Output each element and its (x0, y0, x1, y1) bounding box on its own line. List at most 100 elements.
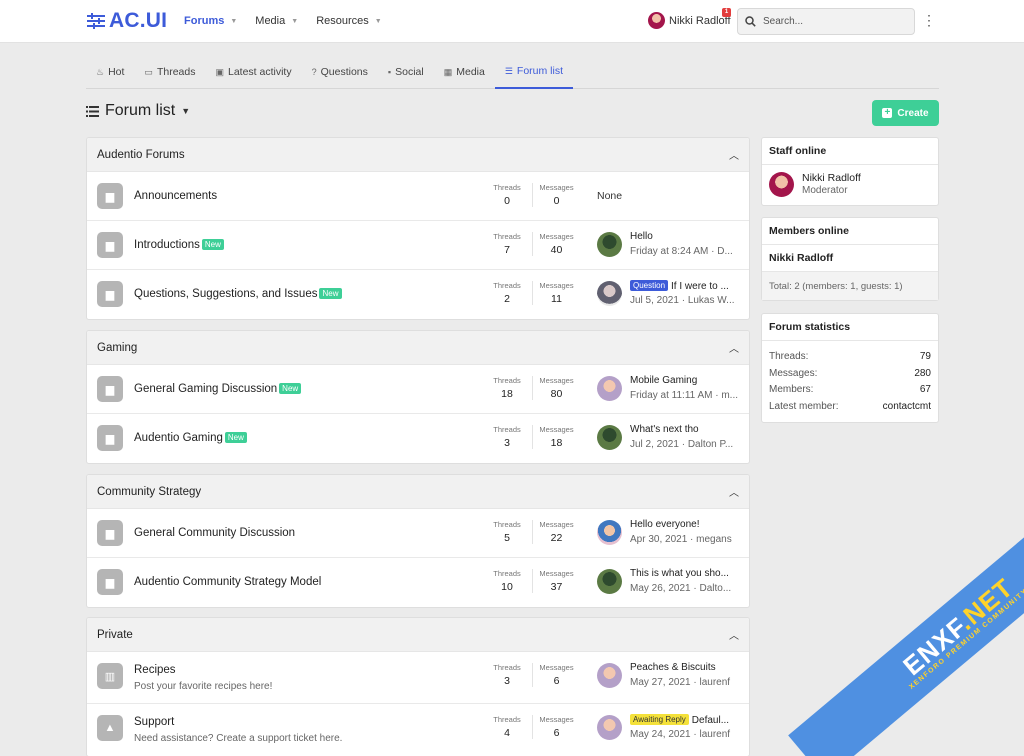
last-post-meta[interactable]: May 24, 2021 · laurenf (630, 729, 740, 740)
last-post-title[interactable]: Hello (630, 231, 740, 242)
last-post-none: None (597, 190, 623, 202)
avatar[interactable] (597, 715, 622, 740)
stat-value: 280 (914, 367, 931, 379)
avatar[interactable] (597, 232, 622, 257)
chevron-down-icon[interactable]: ▼ (375, 18, 382, 25)
chevron-down-icon[interactable]: ▼ (230, 18, 237, 25)
forum-title[interactable]: Questions, Suggestions, and Issues (134, 288, 317, 300)
avatar[interactable] (597, 376, 622, 401)
avatar[interactable] (597, 425, 622, 450)
category-community-strategy: Community Strategy ︿ ▆ General Community… (86, 474, 750, 608)
stat-label: Threads: (769, 351, 809, 362)
forum-title[interactable]: Audentio Community Strategy Model (134, 576, 321, 588)
nav-resources[interactable]: Resources ▼ (316, 15, 382, 27)
forum-node-general-gaming[interactable]: ▆ General Gaming Discussion New Threads 18… (87, 365, 749, 414)
forum-title[interactable]: Recipes (134, 664, 176, 676)
latest-member-link[interactable]: contactcmt (883, 399, 931, 416)
last-post-meta[interactable]: May 26, 2021 · Dalto... (630, 583, 740, 594)
avatar[interactable] (597, 520, 622, 545)
forum-title[interactable]: Support (134, 716, 174, 728)
search-box[interactable] (737, 8, 915, 35)
last-post-meta[interactable]: May 27, 2021 · laurenf (630, 677, 740, 688)
nav-media[interactable]: Media ▼ (255, 15, 298, 27)
forum-node-recipes[interactable]: ▥ Recipes Post your favorite recipes her… (87, 652, 749, 704)
forum-title[interactable]: Introductions (134, 239, 200, 251)
search-input[interactable] (763, 16, 903, 27)
stat-row-threads: Threads: 79 (769, 349, 931, 366)
last-post-meta[interactable]: Jul 5, 2021 · Lukas W... (630, 295, 740, 306)
messages-count: 6 (553, 727, 560, 739)
tab-threads[interactable]: ▭ Threads (134, 55, 205, 89)
last-post-title-row[interactable]: Awaiting Reply Defaul... (630, 714, 740, 726)
forum-title[interactable]: General Gaming Discussion (134, 383, 277, 395)
avatar[interactable] (597, 663, 622, 688)
last-post-title[interactable]: This is what you sho... (630, 568, 740, 579)
category-header[interactable]: Community Strategy ︿ (87, 475, 749, 509)
flame-icon: ♨ (96, 66, 105, 77)
create-button[interactable]: + Create (872, 100, 939, 126)
chevron-down-icon[interactable]: ▼ (291, 18, 298, 25)
category-title: Audentio Forums (97, 148, 185, 161)
forum-node-support[interactable]: ▲ Support Need assistance? Create a supp… (87, 704, 749, 756)
last-post-meta[interactable]: Apr 30, 2021 · megans (630, 534, 740, 545)
forum-node-community-strategy-model[interactable]: ▆ Audentio Community Strategy Model Thre… (87, 558, 749, 607)
tab-social[interactable]: ▪ Social (378, 55, 434, 89)
nav-forums-label: Forums (184, 15, 225, 27)
stat-row-members: Members: 67 (769, 382, 931, 399)
chevron-up-icon[interactable]: ︿ (729, 147, 739, 162)
avatar[interactable] (597, 569, 622, 594)
chevron-down-icon[interactable]: ▼ (181, 106, 190, 116)
tab-forum-list[interactable]: ☰ Forum list (494, 55, 574, 89)
widget-title[interactable]: Staff online (762, 138, 938, 165)
widget-title[interactable]: Members online (762, 218, 938, 245)
tab-questions[interactable]: ? Questions (302, 55, 378, 89)
forum-node-general-community[interactable]: ▆ General Community Discussion Threads 5 … (87, 509, 749, 558)
more-options-icon[interactable]: ⋮ (922, 13, 936, 27)
category-header[interactable]: Audentio Forums ︿ (87, 138, 749, 172)
last-post-title[interactable]: Hello everyone! (630, 519, 740, 530)
threads-label: Threads (493, 715, 521, 724)
last-post-title-row[interactable]: Question If I were to ... (630, 280, 740, 292)
chevron-up-icon[interactable]: ︿ (729, 484, 739, 499)
nav-media-label: Media (255, 15, 286, 27)
category-header[interactable]: Gaming ︿ (87, 331, 749, 365)
nav-forums[interactable]: Forums ▼ (184, 15, 237, 27)
tab-media[interactable]: ▦ Media (434, 55, 495, 89)
forum-statistics-widget: Forum statistics Threads: 79 Messages: 280… (761, 313, 939, 423)
tab-hot[interactable]: ♨ Hot (86, 55, 134, 89)
search-icon (745, 16, 756, 27)
last-post-title[interactable]: Mobile Gaming (630, 375, 740, 386)
messages-stat: Messages 6 (532, 663, 580, 687)
chevron-up-icon[interactable]: ︿ (729, 627, 739, 642)
forum-node-introductions[interactable]: ▆ Introductions New Threads 7 Messages 40 H… (87, 221, 749, 270)
forum-title[interactable]: Audentio Gaming (134, 432, 223, 444)
category-header[interactable]: Private ︿ (87, 618, 749, 652)
stat-label: Latest member: (769, 400, 839, 412)
account-menu[interactable]: Nikki Radloff (648, 12, 731, 29)
page-title[interactable]: Forum list ▼ (86, 102, 190, 120)
last-post-title[interactable]: What's next tho (630, 424, 740, 435)
last-post-meta[interactable]: Jul 2, 2021 · Dalton P... (630, 439, 740, 450)
last-post-meta[interactable]: Friday at 8:24 AM · D... (630, 246, 740, 257)
online-member-name[interactable]: Nikki Radloff (762, 245, 938, 272)
staff-name[interactable]: Nikki Radloff (802, 172, 861, 184)
forum-title[interactable]: General Community Discussion (134, 527, 295, 539)
avatar[interactable] (769, 172, 794, 197)
forum-title[interactable]: Announcements (134, 190, 217, 202)
tab-latest-activity[interactable]: ▣ Latest activity (205, 55, 301, 89)
chevron-up-icon[interactable]: ︿ (729, 340, 739, 355)
last-post-title[interactable]: Peaches & Biscuits (630, 662, 740, 673)
messages-label: Messages (539, 663, 574, 672)
threads-stat: Threads 7 (483, 232, 531, 256)
category-gaming: Gaming ︿ ▆ General Gaming Discussion New … (86, 330, 750, 464)
alert-count-badge[interactable]: 1 (722, 8, 731, 17)
forum-title-row: Introductions New (134, 239, 224, 251)
forum-node-announcements[interactable]: ▆ Announcements Threads 0 Messages 0 None (87, 172, 749, 221)
last-post-meta[interactable]: Friday at 11:11 AM · m... (630, 390, 740, 401)
site-logo[interactable]: AC.UI (87, 9, 167, 33)
forum-node-audentio-gaming[interactable]: ▆ Audentio Gaming New Threads 3 Messages 18… (87, 414, 749, 463)
avatar[interactable] (597, 281, 622, 306)
messages-count: 0 (553, 195, 560, 207)
category-audentio-forums: Audentio Forums ︿ ▆ Announcements Thread… (86, 137, 750, 320)
forum-node-questions[interactable]: ▆ Questions, Suggestions, and Issues New … (87, 270, 749, 319)
